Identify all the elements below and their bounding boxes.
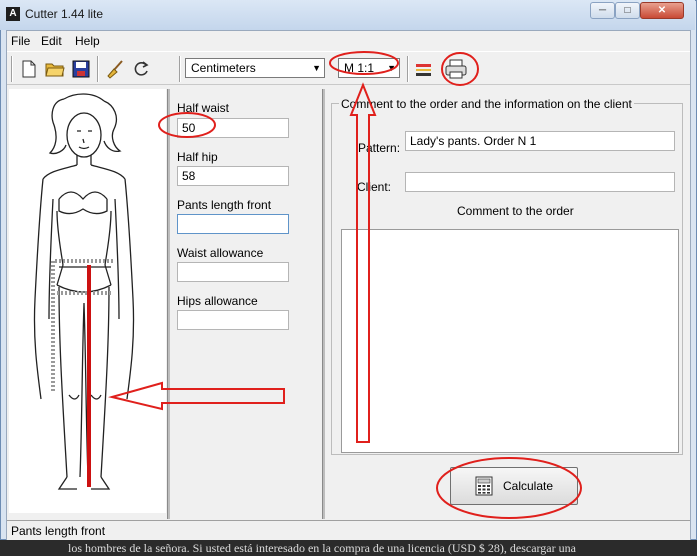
title-bar[interactable]: A Cutter 1.44 lite ─ □ ✕ bbox=[0, 0, 695, 30]
toolbar: Centimeters ▼ M 1:1 ▼ bbox=[7, 51, 690, 85]
chevron-down-icon: ▼ bbox=[387, 63, 396, 73]
client-label: Client: bbox=[357, 180, 392, 194]
close-button[interactable]: ✕ bbox=[640, 2, 684, 19]
figure-panel bbox=[9, 89, 166, 513]
half-hip-field[interactable]: 58 bbox=[177, 166, 289, 186]
hips-allowance-label: Hips allowance bbox=[177, 294, 258, 308]
units-select[interactable]: Centimeters ▼ bbox=[185, 58, 325, 78]
refresh-icon[interactable] bbox=[129, 57, 153, 81]
save-icon[interactable] bbox=[69, 57, 93, 81]
menu-edit[interactable]: Edit bbox=[41, 34, 62, 48]
body-figure-image bbox=[33, 93, 135, 490]
open-folder-icon[interactable] bbox=[43, 57, 67, 81]
pattern-label: Pattern: bbox=[358, 141, 401, 155]
menu-help[interactable]: Help bbox=[75, 34, 100, 48]
app-icon: A bbox=[6, 7, 20, 21]
status-text: Pants length front bbox=[11, 524, 106, 538]
units-select-value: Centimeters bbox=[191, 61, 256, 75]
panel-divider[interactable] bbox=[322, 89, 325, 519]
panel-divider[interactable] bbox=[167, 89, 170, 519]
toolbar-separator bbox=[97, 56, 99, 82]
pattern-field[interactable]: Lady's pants. Order N 1 bbox=[405, 131, 675, 151]
calculator-icon bbox=[475, 476, 493, 496]
client-area: File Edit Help Centimeters ▼ M 1:1 ▼ Hal… bbox=[6, 30, 691, 540]
calculate-button[interactable]: Calculate bbox=[450, 467, 578, 505]
waist-allowance-field[interactable] bbox=[177, 262, 289, 282]
menu-file[interactable]: File bbox=[11, 34, 30, 48]
calculate-label: Calculate bbox=[502, 479, 554, 493]
background-page-text: los hombres de la señora. Si usted está … bbox=[0, 540, 697, 556]
waist-allowance-label: Waist allowance bbox=[177, 246, 264, 260]
chevron-down-icon: ▼ bbox=[312, 63, 321, 73]
window-title: Cutter 1.44 lite bbox=[25, 7, 104, 21]
status-bar: Pants length front bbox=[7, 520, 690, 540]
order-group-title: Comment to the order and the information… bbox=[339, 97, 634, 111]
hips-allowance-field[interactable] bbox=[177, 310, 289, 330]
half-hip-label: Half hip bbox=[177, 150, 218, 164]
scale-select[interactable]: M 1:1 ▼ bbox=[338, 58, 400, 78]
minimize-button[interactable]: ─ bbox=[590, 2, 615, 19]
new-file-icon[interactable] bbox=[17, 57, 41, 81]
pants-length-field[interactable] bbox=[177, 214, 289, 234]
half-waist-label: Half waist bbox=[177, 101, 230, 115]
toolbar-separator bbox=[407, 56, 409, 82]
toolbar-separator bbox=[11, 56, 13, 82]
ruler-settings-icon[interactable] bbox=[412, 57, 436, 81]
comment-textarea[interactable] bbox=[341, 229, 679, 453]
menu-bar: File Edit Help bbox=[7, 31, 690, 51]
comment-label: Comment to the order bbox=[457, 204, 574, 218]
half-waist-field[interactable]: 50 bbox=[177, 118, 289, 138]
pants-length-label: Pants length front bbox=[177, 198, 272, 212]
clear-brush-icon[interactable] bbox=[103, 57, 127, 81]
toolbar-separator bbox=[179, 56, 181, 82]
maximize-button[interactable]: □ bbox=[615, 2, 640, 19]
client-field[interactable] bbox=[405, 172, 675, 192]
scale-select-value: M 1:1 bbox=[344, 61, 375, 75]
print-icon[interactable] bbox=[444, 57, 468, 81]
